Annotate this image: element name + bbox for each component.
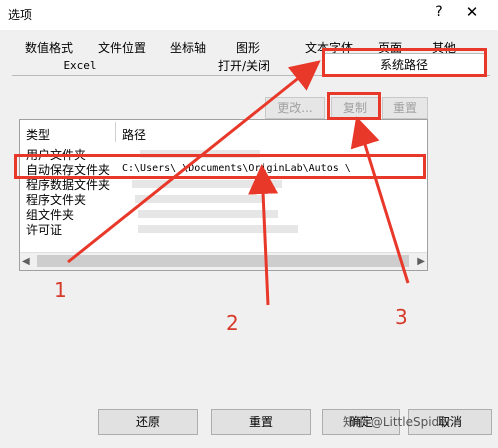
arrow-3	[350, 116, 410, 284]
annotation-arrows	[67, 60, 410, 306]
watermark: 知乎 @LittleSpider	[343, 415, 452, 429]
annotation-label-1: 1	[54, 278, 67, 302]
arrow-1	[67, 60, 321, 264]
arrow-2	[248, 164, 279, 306]
annotation-label-2: 2	[226, 311, 239, 335]
annotation-label-3: 3	[395, 305, 408, 329]
